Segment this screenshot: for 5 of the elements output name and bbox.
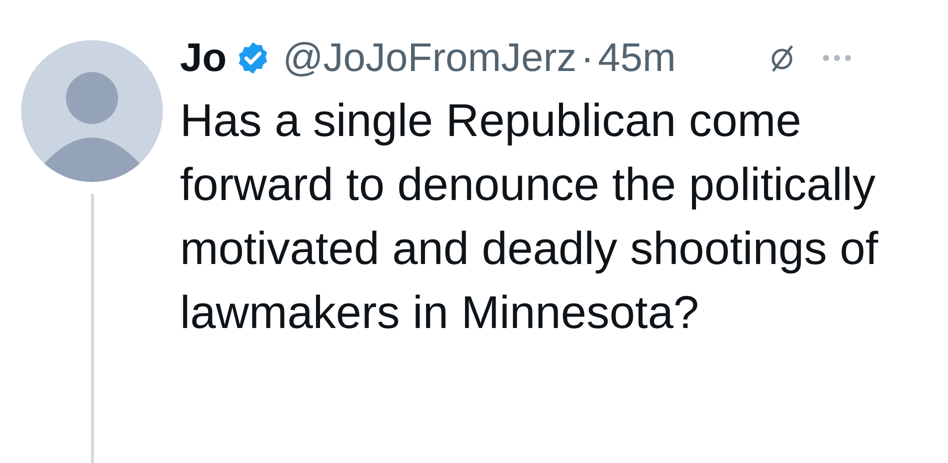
author-name: Jo bbox=[180, 38, 227, 78]
author-handle[interactable]: @JoJoFromJerz bbox=[282, 38, 577, 78]
tweet-text: Has a single Republican come forward to denounce the politically motivated and deadly shootings of lawmakers in Minnesota? bbox=[180, 93, 880, 340]
separator: · bbox=[580, 38, 594, 78]
timestamp[interactable]: 45m bbox=[598, 38, 676, 78]
